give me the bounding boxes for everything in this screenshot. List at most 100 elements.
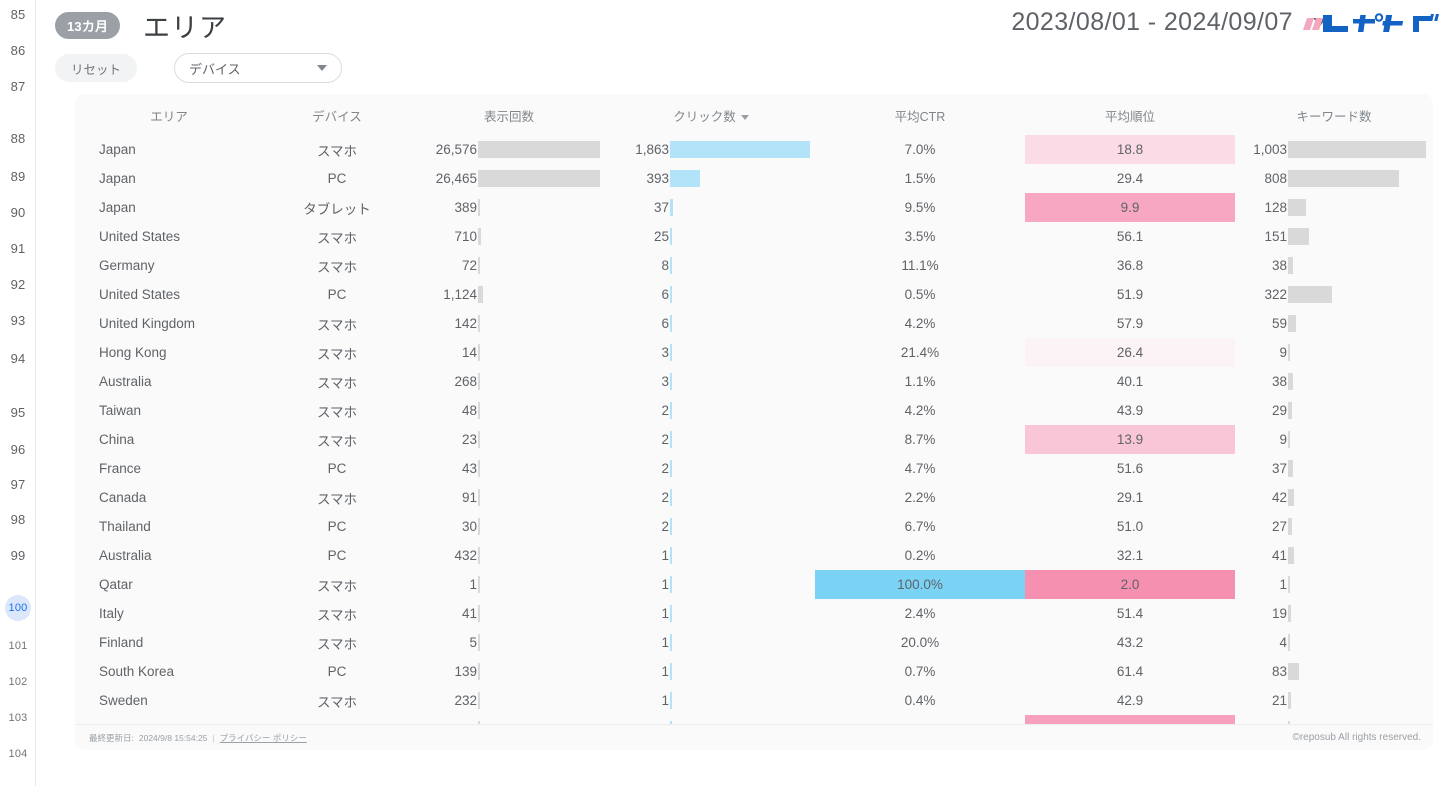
page-number-93[interactable]: 93 [0,313,36,328]
table-row[interactable]: Italy スマホ 41 1 2.4% 51.4 19 [75,599,1433,628]
table-row[interactable]: United Kingdom スマホ 142 6 4.2% 57.9 59 [75,309,1433,338]
page-number-85[interactable]: 85 [0,7,36,22]
table-row[interactable]: Canada スマホ 91 2 2.2% 29.1 42 [75,483,1433,512]
cell-rank: 42.9 [1025,686,1235,715]
table-row[interactable]: Qatar スマホ 1 1 100.0% 2.0 1 [75,570,1433,599]
table-row[interactable]: Australia スマホ 268 3 1.1% 40.1 38 [75,367,1433,396]
cell-area: Qatar [75,570,263,599]
column-header-rank[interactable]: 平均順位 [1025,94,1235,135]
clicks-value: 2 [661,519,669,534]
area-label: Japan [99,142,136,157]
keywords-value: 9 [1279,432,1287,447]
impressions-bar-track [478,373,600,390]
page-number-90[interactable]: 90 [0,205,36,220]
table-row[interactable]: Thailand PC 30 2 6.7% 51.0 27 [75,512,1433,541]
impressions-value: 5 [469,635,477,650]
page-number-87[interactable]: 87 [0,79,36,94]
page-number-101[interactable]: 101 [0,640,36,652]
cell-clicks: 25 [607,222,815,251]
keywords-value: 37 [1271,461,1287,476]
rank-value: 61.4 [1116,664,1144,679]
column-header-clicks[interactable]: クリック数 [607,94,815,135]
area-label: Japan [99,171,136,186]
page-number-88[interactable]: 88 [0,131,36,146]
clicks-value: 37 [653,200,669,215]
keywords-value: 38 [1271,374,1287,389]
keywords-bar [1288,663,1300,680]
rank-value: 43.2 [1116,635,1144,650]
page-number-103[interactable]: 103 [0,712,36,724]
privacy-policy-link[interactable]: プライバシー ポリシー [220,732,307,744]
card-footer: 最終更新日: 2024/9/8 15:54:25 | プライバシー ポリシー ©… [75,724,1433,750]
impressions-bar-track [478,663,600,680]
keywords-bar-track [1288,315,1426,332]
page-number-104[interactable]: 104 [0,748,36,760]
keywords-value: 808 [1264,171,1287,186]
table-row[interactable]: Hong Kong スマホ 14 3 21.4% 26.4 9 [75,338,1433,367]
page-number-92[interactable]: 92 [0,277,36,292]
page-number-95[interactable]: 95 [0,405,36,420]
device-select[interactable]: デバイス [174,53,342,83]
table-row[interactable]: Japan タブレット 389 37 9.5% 9.9 128 [75,193,1433,222]
clicks-value: 1 [661,548,669,563]
reset-button[interactable]: リセット [55,54,138,82]
clicks-bar-track [670,170,810,187]
keywords-bar-track [1288,344,1426,361]
cell-keywords: 21 [1235,686,1433,715]
cell-keywords: 29 [1235,396,1433,425]
cell-area: Taiwan [75,396,263,425]
table-row[interactable]: South Korea PC 139 1 0.7% 61.4 83 [75,657,1433,686]
table-row[interactable]: Australia PC 432 1 0.2% 32.1 41 [75,541,1433,570]
page-number-rail[interactable]: 85 86 87 88 89 90 91 92 93 94 95 96 97 98 99 100 101 102 1… [0,0,36,786]
page-number-96[interactable]: 96 [0,442,36,457]
column-header-area[interactable]: エリア [75,94,263,135]
cell-impressions: 710 [411,222,607,251]
clicks-bar [670,170,700,187]
page-number-89[interactable]: 89 [0,169,36,184]
rank-value: 13.9 [1025,425,1235,454]
ctr-value: 6.7% [904,519,936,534]
page-number-97[interactable]: 97 [0,477,36,492]
column-header-ctr[interactable]: 平均CTR [815,94,1025,135]
keywords-bar [1288,373,1294,390]
table-row[interactable]: Japan スマホ 26,576 1,863 7.0% 18.8 1,003 [75,135,1433,164]
table-row[interactable]: Taiwan スマホ 48 2 4.2% 43.9 29 [75,396,1433,425]
cell-rank: 26.4 [1025,338,1235,367]
cell-impressions: 139 [411,657,607,686]
cell-keywords: 128 [1235,193,1433,222]
page-number-98[interactable]: 98 [0,512,36,527]
cell-impressions: 232 [411,686,607,715]
table-row[interactable]: France PC 43 2 4.7% 51.6 37 [75,454,1433,483]
table-row[interactable]: Japan PC 26,465 393 1.5% 29.4 808 [75,164,1433,193]
sort-desc-icon[interactable] [740,115,749,121]
table-row[interactable]: Sweden スマホ 232 1 0.4% 42.9 21 [75,686,1433,715]
keywords-bar [1288,402,1292,419]
ctr-value: 0.4% [904,693,936,708]
table-row[interactable]: China スマホ 23 2 8.7% 13.9 9 [75,425,1433,454]
table-row[interactable]: Germany スマホ 72 8 11.1% 36.8 38 [75,251,1433,280]
device-label: PC [327,664,347,679]
page-number-100[interactable]: 100 [0,595,36,621]
period-chip[interactable]: 13カ月 [55,12,121,39]
page-number-102[interactable]: 102 [0,676,36,688]
page-number-91[interactable]: 91 [0,241,36,256]
area-label: United States [99,229,181,244]
page-number-99[interactable]: 99 [0,548,36,563]
cell-rank: 51.4 [1025,599,1235,628]
cell-ctr: 0.4% [815,686,1025,715]
table-row[interactable]: United States スマホ 710 25 3.5% 56.1 151 [75,222,1433,251]
cell-clicks: 2 [607,512,815,541]
table-row[interactable]: Finland スマホ 5 1 20.0% 43.2 4 [75,628,1433,657]
clicks-bar-track [670,257,810,274]
clicks-bar [670,228,672,245]
date-range-label[interactable]: 2023/08/01 - 2024/09/07 [1011,8,1293,37]
page-number-86[interactable]: 86 [0,43,36,58]
table-row[interactable]: United States PC 1,124 6 0.5% 51.9 322 [75,280,1433,309]
column-header-device[interactable]: デバイス [263,94,411,135]
cell-device: PC [263,280,411,309]
column-header-keywords[interactable]: キーワード数 [1235,94,1433,135]
impressions-bar [478,286,484,303]
column-header-impressions[interactable]: 表示回数 [411,94,607,135]
keywords-value: 1 [1279,577,1287,592]
page-number-94[interactable]: 94 [0,351,36,366]
